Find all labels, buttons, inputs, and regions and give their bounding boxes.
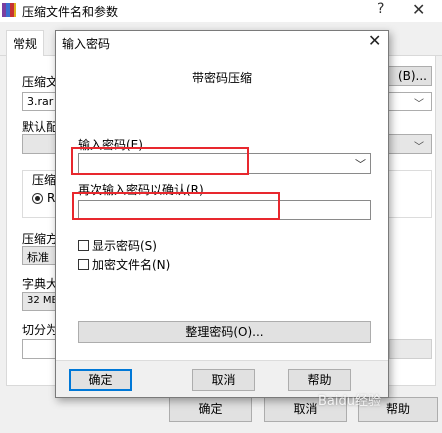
enter-password-label: 输入密码(E): [78, 138, 143, 152]
help-button[interactable]: 帮助: [288, 369, 351, 391]
reenter-password-label: 再次输入密码以确认(R): [78, 183, 204, 197]
default-profile-label: 默认配: [22, 120, 59, 134]
password-dialog-body: 带密码压缩 输入密码(E) ﹀ 再次输入密码以确认(R) 显示密码(S) 加密文…: [56, 53, 388, 361]
close-icon[interactable]: ✕: [412, 0, 425, 19]
compression-method-label: 压缩方: [22, 232, 59, 246]
format-rar-radio[interactable]: [32, 193, 43, 204]
ok-button[interactable]: 确定: [69, 369, 132, 391]
password-dialog: 输入密码 ✕ 带密码压缩 输入密码(E) ﹀ 再次输入密码以确认(R) 显示密码…: [55, 30, 389, 398]
encrypt-filenames-label: 加密文件名(N): [92, 258, 171, 272]
reenter-password-field[interactable]: [78, 200, 371, 220]
split-volumes-label: 切分为: [22, 323, 59, 337]
background-ok-button[interactable]: 确定: [169, 397, 252, 422]
archive-name-label: 压缩文: [22, 75, 59, 89]
password-dialog-heading: 带密码压缩: [191, 71, 252, 85]
encrypt-filenames-checkbox[interactable]: 加密文件名(N): [78, 256, 170, 273]
archive-name-value: 3.rar: [27, 95, 54, 108]
password-dialog-title: 输入密码: [62, 37, 111, 51]
tab-general[interactable]: 常规: [6, 30, 45, 57]
checkbox-unchecked-icon: [78, 259, 89, 270]
dictionary-size-label: 字典大: [22, 277, 59, 291]
enter-password-field[interactable]: ﹀: [78, 153, 371, 174]
help-icon[interactable]: ?: [377, 1, 384, 17]
split-units-combo[interactable]: [389, 339, 432, 359]
show-password-checkbox[interactable]: 显示密码(S): [78, 237, 157, 254]
archive-settings-title: 压缩文件名和参数: [22, 5, 119, 19]
chevron-down-icon[interactable]: ﹀: [355, 156, 366, 172]
close-icon[interactable]: ✕: [368, 31, 381, 50]
watermark: Baidu经验: [318, 394, 381, 409]
cancel-button[interactable]: 取消: [192, 369, 255, 391]
show-password-label: 显示密码(S): [92, 239, 157, 253]
archive-settings-titlebar: 压缩文件名和参数 ? ✕: [0, 0, 442, 22]
chevron-down-icon: ﹀: [414, 142, 424, 153]
checkbox-unchecked-icon: [78, 240, 89, 251]
organize-passwords-button[interactable]: 整理密码(O)...: [78, 321, 371, 343]
password-dialog-titlebar: 输入密码 ✕: [56, 31, 388, 53]
winrar-icon: [2, 3, 16, 17]
chevron-down-icon: ﹀: [414, 99, 424, 110]
